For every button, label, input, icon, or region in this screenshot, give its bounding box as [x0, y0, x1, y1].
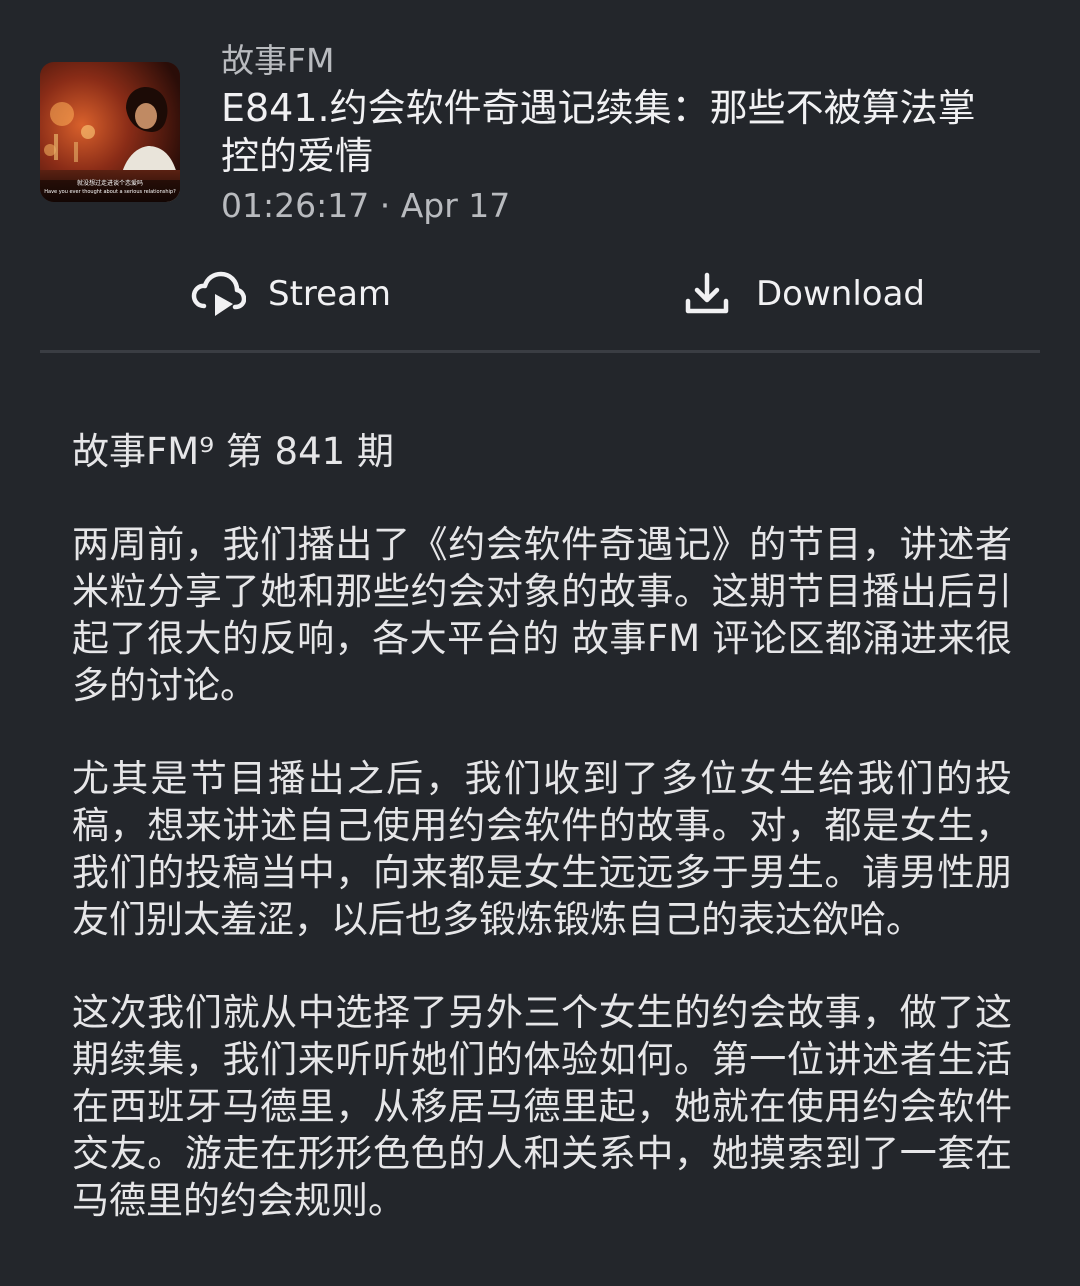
divider [40, 350, 1040, 353]
download-icon [684, 271, 730, 317]
episode-duration: 01:26:17 [221, 186, 370, 225]
info-separator: · [369, 186, 401, 225]
episode-info: 01:26:17 · Apr 17 [221, 183, 1021, 229]
episode-cover-image: 就没想过走进谈个恋爱吗 Have you ever thought about … [40, 62, 180, 202]
cloud-play-icon [190, 266, 246, 322]
cover-subtitle-zh: 就没想过走进谈个恋爱吗 [77, 179, 143, 187]
podcast-name[interactable]: 故事FM [221, 38, 1021, 84]
episode-actions: Stream Download [40, 258, 1040, 330]
episode-date: Apr 17 [400, 186, 511, 225]
episode-title: E841.约会软件奇遇记续集：那些不被算法掌控的爱情 [221, 86, 976, 178]
stream-button[interactable]: Stream [190, 258, 391, 330]
description-paragraph: 两周前，我们播出了《约会软件奇遇记》的节目，讲述者米粒分享了她和那些约会对象的故… [72, 523, 1012, 707]
description-heading: 故事FM⁹ 第 841 期 [72, 430, 394, 473]
cover-artwork: 就没想过走进谈个恋爱吗 Have you ever thought about … [40, 62, 180, 202]
episode-description: 故事FM⁹ 第 841 期 两周前，我们播出了《约会软件奇遇记》的节目，讲述者米… [72, 428, 1012, 1270]
description-paragraph: 尤其是节目播出之后，我们收到了多位女生给我们的投稿，想来讲述自己使用约会软件的故… [72, 757, 1012, 941]
download-label: Download [756, 274, 926, 314]
cover-subtitle-en: Have you ever thought about a serious re… [44, 189, 176, 195]
episode-meta: 故事FM E841.约会软件奇遇记续集：那些不被算法掌控的爱情 01:26:17… [221, 38, 1021, 229]
download-button[interactable]: Download [684, 258, 925, 330]
stream-label: Stream [268, 274, 392, 314]
episode-header: 就没想过走进谈个恋爱吗 Have you ever thought about … [40, 38, 1040, 228]
description-paragraph: 这次我们就从中选择了另外三个女生的约会故事，做了这期续集，我们来听听她们的体验如… [72, 991, 1012, 1222]
